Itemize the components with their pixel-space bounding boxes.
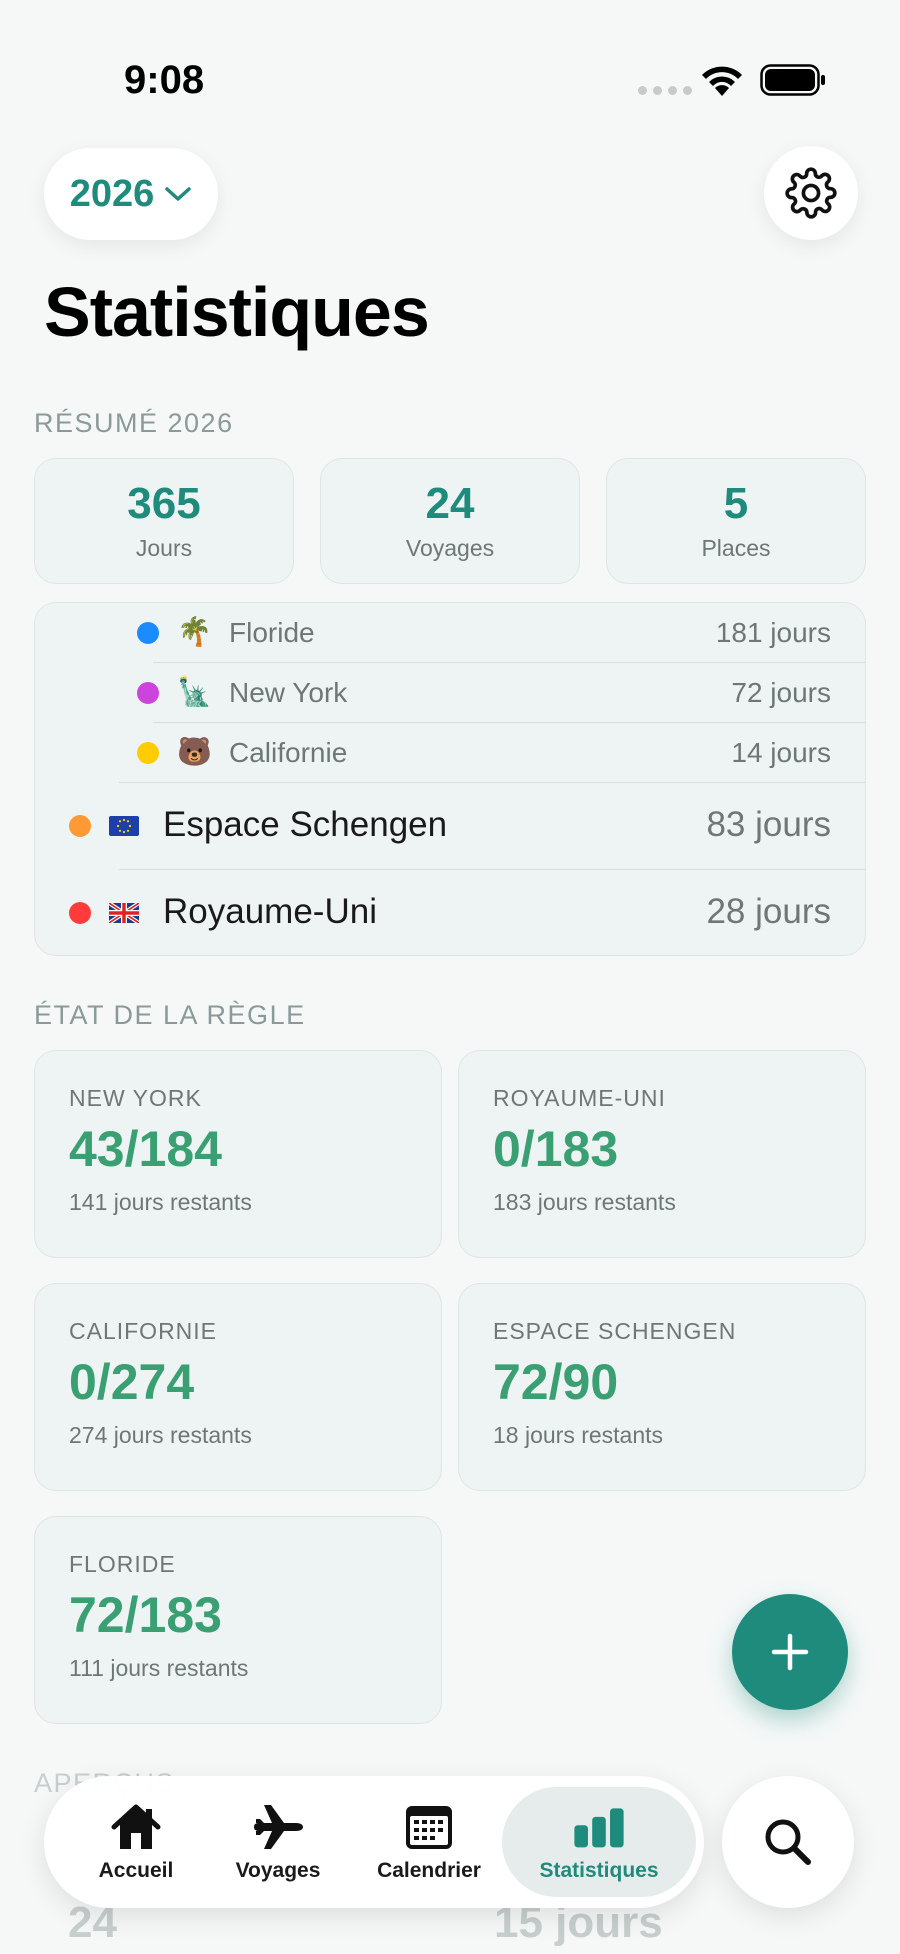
tab-label: Voyages bbox=[235, 1859, 321, 1882]
color-dot bbox=[137, 622, 159, 644]
color-dot bbox=[137, 742, 159, 764]
summary-section-header: RÉSUMÉ 2026 bbox=[34, 408, 234, 438]
gear-icon bbox=[785, 167, 837, 219]
location-days: 28 jours bbox=[706, 892, 831, 931]
rule-value: 43/184 bbox=[69, 1121, 222, 1177]
battery-icon bbox=[760, 64, 825, 96]
wifi-icon bbox=[702, 66, 742, 96]
uk-flag-icon bbox=[109, 903, 139, 923]
summary-card-days: 365 Jours bbox=[34, 458, 294, 584]
list-item-schengen[interactable]: Espace Schengen 83 jours bbox=[69, 783, 865, 870]
list-item-florida[interactable]: 🌴 Floride 181 jours bbox=[137, 603, 865, 663]
airplane-icon bbox=[254, 1805, 303, 1849]
tab-label: Statistiques bbox=[539, 1859, 659, 1882]
location-name: Californie bbox=[229, 737, 348, 768]
rule-card-schengen[interactable]: ESPACE SCHENGEN 72/90 18 jours restants bbox=[458, 1283, 866, 1491]
rule-name: ROYAUME-UNI bbox=[493, 1085, 666, 1111]
chevron-down-icon bbox=[165, 187, 192, 201]
rule-value: 72/183 bbox=[69, 1587, 222, 1643]
bar-chart-icon bbox=[574, 1808, 624, 1848]
rule-remaining: 141 jours restants bbox=[69, 1189, 252, 1215]
rule-value: 0/183 bbox=[493, 1121, 619, 1177]
rule-value: 0/274 bbox=[69, 1354, 195, 1410]
summary-value: 24 bbox=[425, 479, 475, 529]
location-days: 181 jours bbox=[715, 617, 831, 648]
color-dot bbox=[137, 682, 159, 704]
tab-bar: Accueil Voyages Calendrier Statistiques bbox=[44, 1776, 704, 1908]
page-title: Statistiques bbox=[44, 273, 430, 351]
settings-button[interactable] bbox=[764, 146, 858, 240]
tab-statistics[interactable]: Statistiques bbox=[502, 1787, 696, 1897]
location-name: Royaume-Uni bbox=[163, 892, 377, 931]
rule-remaining: 18 jours restants bbox=[493, 1422, 664, 1448]
tab-label: Calendrier bbox=[377, 1859, 481, 1882]
eu-flag-icon bbox=[109, 816, 139, 836]
search-button[interactable] bbox=[722, 1776, 854, 1908]
rule-card-florida[interactable]: FLORIDE 72/183 111 jours restants bbox=[34, 1516, 442, 1724]
location-days: 83 jours bbox=[706, 805, 831, 844]
summary-label: Voyages bbox=[405, 534, 495, 561]
statue-of-liberty-icon: 🗽 bbox=[177, 676, 212, 707]
rule-name: FLORIDE bbox=[69, 1551, 176, 1577]
tab-home[interactable]: Accueil bbox=[68, 1776, 204, 1908]
location-list: 🌴 Floride 181 jours 🗽 New York 72 jours … bbox=[34, 602, 866, 956]
list-item-california[interactable]: 🐻 Californie 14 jours bbox=[119, 723, 865, 783]
rule-card-new-york[interactable]: NEW YORK 43/184 141 jours restants bbox=[34, 1050, 442, 1258]
plus-icon bbox=[771, 1633, 809, 1671]
rule-card-uk[interactable]: ROYAUME-UNI 0/183 183 jours restants bbox=[458, 1050, 866, 1258]
bear-icon: 🐻 bbox=[177, 736, 212, 767]
summary-card-places: 5 Places bbox=[606, 458, 866, 584]
location-days: 14 jours bbox=[731, 737, 831, 768]
add-trip-button[interactable] bbox=[732, 1594, 848, 1710]
rule-value: 72/90 bbox=[493, 1354, 619, 1410]
home-icon bbox=[111, 1804, 161, 1849]
list-item-new-york[interactable]: 🗽 New York 72 jours bbox=[137, 663, 865, 723]
palm-tree-icon: 🌴 bbox=[177, 616, 212, 647]
calendar-icon bbox=[406, 1806, 452, 1849]
rule-remaining: 111 jours restants bbox=[69, 1655, 249, 1681]
summary-label: Places bbox=[701, 534, 771, 561]
location-name: Espace Schengen bbox=[163, 805, 448, 844]
list-item-uk[interactable]: Royaume-Uni 28 jours bbox=[69, 870, 865, 955]
summary-card-trips: 24 Voyages bbox=[320, 458, 580, 584]
rule-remaining: 274 jours restants bbox=[69, 1422, 252, 1448]
summary-value: 5 bbox=[723, 479, 749, 529]
rule-name: ESPACE SCHENGEN bbox=[493, 1318, 737, 1344]
tab-label: Accueil bbox=[98, 1859, 174, 1882]
tab-trips[interactable]: Voyages bbox=[210, 1776, 346, 1908]
rule-remaining: 183 jours restants bbox=[493, 1189, 676, 1215]
color-dot bbox=[69, 815, 91, 837]
location-name: Floride bbox=[229, 617, 315, 648]
signal-icon bbox=[638, 86, 692, 95]
year-label: 2026 bbox=[69, 172, 155, 215]
rule-card-california[interactable]: CALIFORNIE 0/274 274 jours restants bbox=[34, 1283, 442, 1491]
location-name: New York bbox=[229, 677, 348, 708]
rule-name: CALIFORNIE bbox=[69, 1318, 218, 1344]
summary-label: Jours bbox=[135, 534, 193, 561]
status-bar: 9:08 bbox=[0, 0, 900, 120]
year-selector[interactable]: 2026 bbox=[44, 148, 218, 240]
search-icon bbox=[765, 1819, 811, 1865]
rule-name: NEW YORK bbox=[69, 1085, 202, 1111]
color-dot bbox=[69, 902, 91, 924]
tab-calendar[interactable]: Calendrier bbox=[356, 1776, 502, 1908]
summary-value: 365 bbox=[127, 479, 201, 529]
location-days: 72 jours bbox=[731, 677, 831, 708]
rules-section-header: ÉTAT DE LA RÈGLE bbox=[34, 1000, 306, 1030]
status-time: 9:08 bbox=[124, 58, 205, 102]
summary-cards: 365 Jours 24 Voyages 5 Places bbox=[34, 458, 866, 584]
